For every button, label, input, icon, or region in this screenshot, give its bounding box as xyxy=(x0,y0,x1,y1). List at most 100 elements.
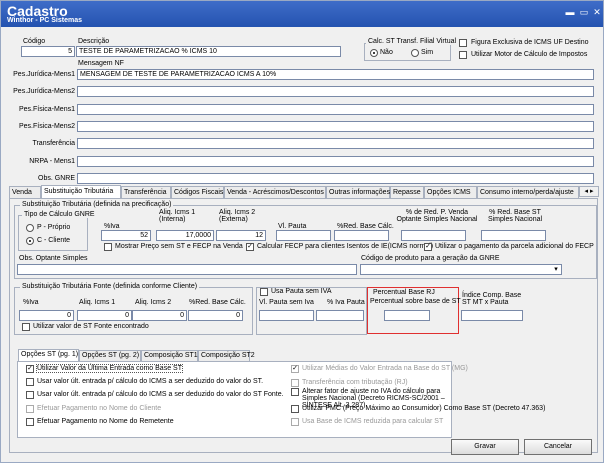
subtab-item[interactable]: Opções ST (pg. 1) xyxy=(18,349,79,361)
mostrar-preco-checkbox[interactable] xyxy=(104,243,112,251)
option-label: Usa Base de ICMS reduzida para calcular … xyxy=(302,418,444,425)
radio-nao[interactable] xyxy=(370,49,378,57)
radio-nao-label: Não xyxy=(380,49,393,56)
st-group-label: Substituição Tributária (definida na pre… xyxy=(20,201,174,208)
option-checkbox[interactable] xyxy=(291,405,299,413)
radio-sim-label: Sim xyxy=(421,49,434,56)
option-checkbox[interactable] xyxy=(26,405,34,413)
mensagem-row-input[interactable] xyxy=(77,155,594,167)
pauta-vl-header: Vl. Pauta sem Iva xyxy=(259,299,314,306)
gravar-button[interactable]: Gravar xyxy=(451,439,519,455)
subtab-item[interactable]: Opções ST (pg. 2) xyxy=(79,350,141,361)
option-checkbox[interactable] xyxy=(26,418,34,426)
mensagem-row-label: Pes.Física-Mens2 xyxy=(18,122,75,130)
option-label: Usar valor últ. entrada p/ cálculo do IC… xyxy=(37,391,284,398)
fonte-iva-input[interactable]: 0 xyxy=(19,310,74,321)
st-redbase-input[interactable] xyxy=(334,230,389,241)
radio-proprio-label: P - Próprio xyxy=(37,224,71,231)
fonte-icms1-header: Aliq. Icms 1 xyxy=(79,299,116,306)
chevron-down-icon[interactable]: ▾ xyxy=(551,265,561,274)
st-redvenda-input[interactable] xyxy=(401,230,466,241)
st-icms1-input[interactable]: 17,0000 xyxy=(156,230,214,241)
st-icms2-input[interactable]: 12 xyxy=(216,230,266,241)
calc-st-group: Calc. ST Transf. Filial Virtual Não Sim xyxy=(364,38,459,61)
restore-icon[interactable]: ▭ xyxy=(578,6,590,18)
tab-item[interactable]: Venda - Acréscimos/Descontos xyxy=(224,186,326,198)
tab-item[interactable]: Transferência xyxy=(121,186,171,198)
st-redvenda-header: % de Red. P. Venda Optante Simples Nacio… xyxy=(396,209,478,223)
subtab-item[interactable]: Composição ST1 xyxy=(141,350,198,361)
cod-gnre-label: Código de produto para a geração da GNRE xyxy=(361,255,500,262)
option-checkbox[interactable] xyxy=(291,379,299,387)
mensagem-row-label: Pes.Jurídica-Mens2 xyxy=(13,88,75,96)
tab-item[interactable]: Repasse xyxy=(390,186,424,198)
codigo-input[interactable]: 5 xyxy=(21,46,75,57)
st-icms1-header: Aliq. Icms 1 (Interna) xyxy=(159,209,196,223)
cadastro-window: Cadastro Winthor - PC Sistemas ▬ ▭ ✕ Cód… xyxy=(0,0,604,463)
radio-sim[interactable] xyxy=(411,49,419,57)
st-pauta-header: Vl. Pauta xyxy=(278,223,307,230)
cod-gnre-select[interactable] xyxy=(360,264,562,275)
indice-comp-input[interactable] xyxy=(461,310,523,321)
mensagem-row-label: NRPA - Mens1 xyxy=(29,157,75,165)
option-checkbox[interactable] xyxy=(26,391,34,399)
option-label: Utilizar Valor da Última Entrada como Ba… xyxy=(36,364,183,373)
mensagem-row-input[interactable] xyxy=(77,120,594,132)
fonte-icms1-input[interactable]: 0 xyxy=(77,310,132,321)
radio-proprio[interactable] xyxy=(26,224,34,232)
tab-item[interactable]: Códigos Fiscais xyxy=(171,186,224,198)
cancelar-button[interactable]: Cancelar xyxy=(524,439,592,455)
usa-pauta-label: Usa Pauta sem IVA xyxy=(271,288,332,295)
motor-checkbox[interactable] xyxy=(459,51,467,59)
pauta-vl-input[interactable] xyxy=(259,310,314,321)
tab-item[interactable]: Consumo interno/perda/ajuste xyxy=(477,186,579,198)
usa-pauta-checkbox[interactable] xyxy=(260,288,268,296)
subtab-item[interactable]: Composição ST2 xyxy=(198,350,255,361)
mensagem-row-input[interactable] xyxy=(77,103,594,115)
utilizar-fonte-checkbox[interactable] xyxy=(22,323,30,331)
percentual-rj-sub: Percentual sobre base de ST xyxy=(370,298,461,305)
parcela-fecp-checkbox[interactable]: ✓ xyxy=(424,243,432,251)
codigo-label: Código xyxy=(23,38,46,45)
st-pauta-input[interactable] xyxy=(276,230,331,241)
mensagem-row-label: Transferência xyxy=(32,140,75,148)
percentual-rj-input[interactable] xyxy=(384,310,430,321)
option-checkbox[interactable] xyxy=(26,378,34,386)
mensagem-row-input[interactable]: MENSAGEM DE TESTE DE PARAMETRIZACAO ICMS… xyxy=(77,69,594,80)
tab-item[interactable]: Substituição Tributária xyxy=(41,185,121,198)
pauta-iva-input[interactable] xyxy=(316,310,364,321)
tab-item[interactable]: Venda xyxy=(9,186,41,198)
minimize-icon[interactable]: ▬ xyxy=(564,6,576,18)
fonte-red-header: %Red. Base Cálc. xyxy=(189,299,246,306)
fonte-icms2-input[interactable]: 0 xyxy=(132,310,187,321)
st-redbase-header: %Red. Base Cálc. xyxy=(337,223,394,230)
mensagem-row-label: Pes.Jurídica-Mens1 xyxy=(13,71,75,78)
close-icon[interactable]: ✕ xyxy=(591,6,603,18)
tab-item[interactable]: Opções ICMS xyxy=(424,186,477,198)
st-icms2-header: Aliq. Icms 2 (Externa) xyxy=(219,209,256,223)
option-label: Efetuar Pagamento no Nome do Cliente xyxy=(37,405,162,412)
figura-label: Figura Exclusiva de ICMS UF Destino xyxy=(471,39,589,46)
tipo-calculo-label: Tipo de Cálculo GNRE xyxy=(22,211,97,218)
indice-comp-label: Índice Comp. Base ST MT x Pauta xyxy=(462,292,522,306)
descricao-input[interactable]: TESTE DE PARAMETRIZACAO % ICMS 10 xyxy=(76,46,341,57)
tab-item[interactable]: Outras informações xyxy=(326,186,390,198)
radio-cliente[interactable] xyxy=(26,237,34,245)
figura-checkbox[interactable] xyxy=(459,39,467,47)
option-checkbox[interactable]: ✓ xyxy=(291,365,299,373)
tab-scroll-arrows[interactable]: ◂ ▸ xyxy=(579,186,599,197)
mensagem-row-input[interactable] xyxy=(77,172,594,184)
option-checkbox[interactable]: ✓ xyxy=(26,365,34,373)
st-redst-input[interactable] xyxy=(481,230,546,241)
option-checkbox[interactable] xyxy=(291,418,299,426)
fonte-red-input[interactable]: 0 xyxy=(188,310,243,321)
option-label: Usar valor últ. entrada p/ cálculo do IC… xyxy=(37,378,264,385)
mensagem-row-label: Pes.Física-Mens1 xyxy=(18,105,75,113)
obs-optante-input[interactable] xyxy=(17,264,357,275)
option-checkbox[interactable] xyxy=(291,388,299,396)
st-iva-input[interactable]: 52 xyxy=(101,230,151,241)
mensagem-row-input[interactable] xyxy=(77,86,594,98)
mensagem-row-input[interactable] xyxy=(77,138,594,150)
option-label: Transferência com tributação (RJ) xyxy=(302,379,408,386)
calcular-fecp-checkbox[interactable]: ✓ xyxy=(246,243,254,251)
